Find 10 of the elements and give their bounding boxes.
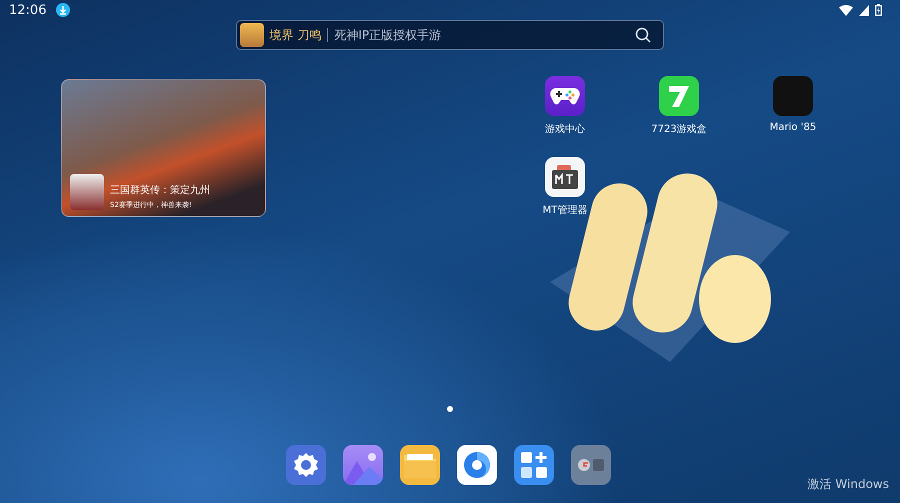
- status-time: 12:06: [9, 2, 46, 18]
- game-slogan: 死神IP正版授权手游: [334, 26, 442, 44]
- app-label: 游戏中心: [545, 122, 585, 136]
- activation-notice: 激活 Windows: [808, 476, 889, 493]
- search-bar[interactable]: 境界 刀鸣 死神IP正版授权手游: [236, 20, 664, 50]
- app-label: MT管理器: [542, 204, 588, 217]
- widget-title: 三国群英传：策定九州: [110, 184, 210, 197]
- app-label: Mario '85: [770, 122, 816, 133]
- game-name: 境界 刀鸣: [270, 26, 322, 44]
- app-label: 7723游戏盒: [651, 122, 707, 136]
